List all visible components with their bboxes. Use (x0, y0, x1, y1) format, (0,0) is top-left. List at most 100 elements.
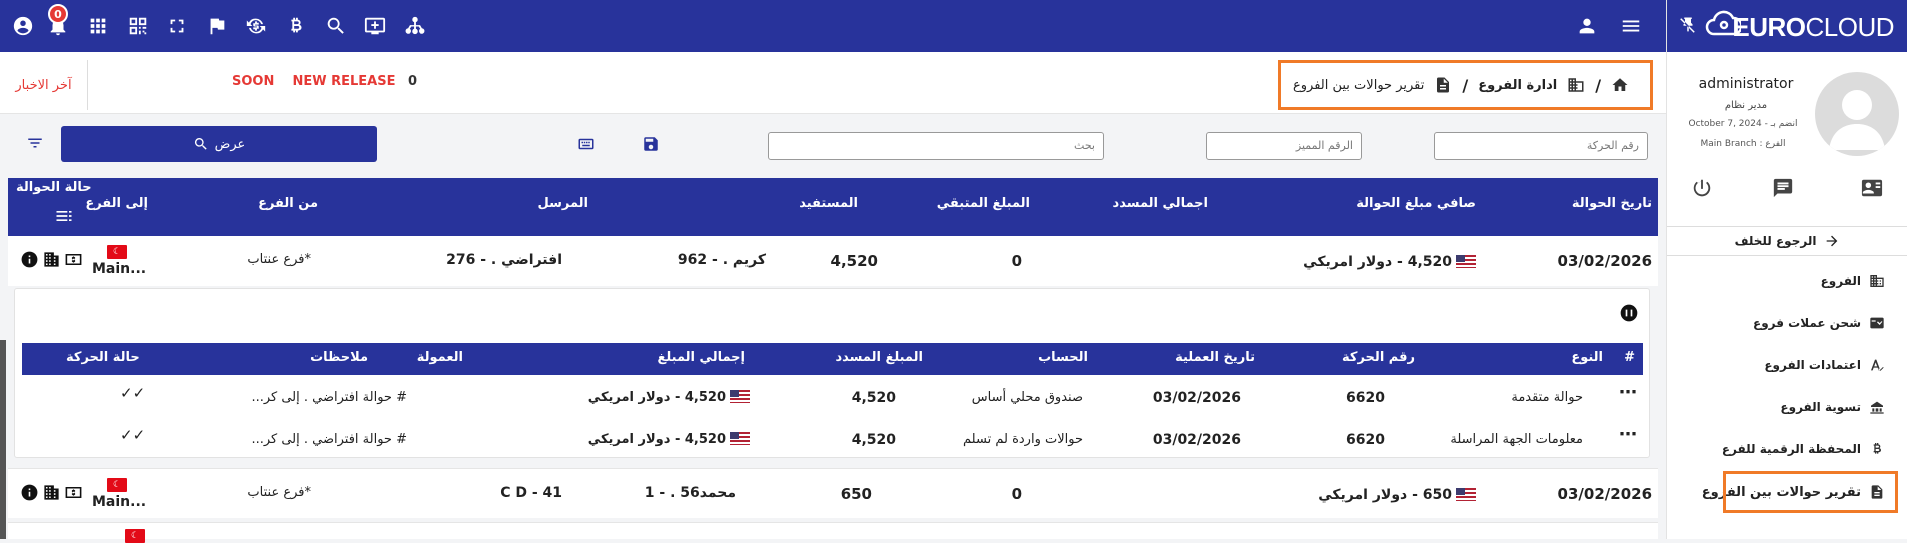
row-to-branch: ☾ Main... (92, 240, 146, 277)
col-status[interactable]: حالة الحوالة (16, 180, 92, 195)
currency-exchange-icon[interactable] (243, 13, 269, 39)
sidebar-item-branch-approvals[interactable]: اعتمادات الفروع (1764, 357, 1885, 373)
info-icon[interactable] (20, 250, 39, 269)
column-menu-icon[interactable] (54, 206, 74, 226)
movement-notes: # حوالة افتراضي . إلى كر... (251, 432, 407, 447)
qr-code-icon[interactable] (125, 13, 151, 39)
col-paid-total[interactable]: اجمالي المسدد (1113, 196, 1208, 211)
menu-icon[interactable] (1618, 13, 1644, 39)
row-net-value: 650 - دولار امريكي (1318, 487, 1452, 503)
col-to-branch[interactable]: إلى الفرع (85, 196, 148, 211)
turkey-flag-icon: ☾ (125, 529, 145, 543)
movement-total: 4,520 - دولار امريكي (588, 390, 750, 405)
latest-news-link[interactable]: آخر الاخبار (0, 60, 88, 110)
building-icon[interactable] (42, 250, 61, 269)
row-remaining: 650 (840, 485, 872, 503)
row-beneficiary: محمد56 . - 1 (644, 485, 736, 501)
search-icon[interactable] (323, 13, 349, 39)
movement-row[interactable]: ⋯ حوالة متقدمة 6620 03/02/2026 صندوق محل… (22, 378, 1643, 418)
movement-row[interactable]: ⋯ معلومات الجهة المراسلة 6620 03/02/2026… (22, 420, 1643, 460)
col-from-branch[interactable]: من الفرع (258, 196, 318, 211)
us-flag-icon (730, 390, 750, 403)
active-item-highlight (1723, 471, 1898, 513)
scrollbar-track[interactable] (0, 340, 6, 539)
show-button[interactable]: عرض (61, 126, 377, 162)
sidebar-item-currency-shipping[interactable]: شحن عملات فروع (1753, 315, 1885, 331)
col-movement-no[interactable]: رقم الحركة (1342, 350, 1415, 365)
col-total[interactable]: إجمالي المبلغ (657, 350, 745, 365)
col-commission[interactable]: العمولة (417, 350, 463, 365)
save-icon[interactable] (642, 135, 662, 155)
power-icon[interactable] (1691, 177, 1713, 199)
table-row-partial[interactable]: ☾ (8, 522, 1658, 543)
contact-card-icon[interactable] (1860, 177, 1884, 199)
new-release-label: NEW RELEASE (292, 74, 396, 89)
table-row[interactable]: 03/02/2026 4,520 - دولار امريكي 0 4,520 … (8, 236, 1658, 286)
back-button[interactable]: الرجوع للخلف (1667, 226, 1907, 256)
col-account[interactable]: الحساب (1038, 350, 1088, 365)
row-to-branch: ☾ Main... (92, 473, 146, 510)
fullscreen-icon[interactable] (164, 13, 190, 39)
money-icon[interactable] (64, 250, 83, 269)
row-sender: افتراضي . - 276 (446, 252, 562, 268)
info-icon[interactable] (20, 483, 39, 502)
breadcrumb-separator: / (1462, 75, 1469, 95)
col-date[interactable]: تاريخ الحوالة (1572, 196, 1652, 211)
chat-icon[interactable] (1772, 177, 1794, 199)
push-pin-off-icon[interactable] (1679, 16, 1697, 34)
release-count: 0 (407, 74, 418, 89)
more-icon[interactable]: ⋯ (1619, 424, 1637, 445)
sidebar-item-label: شحن عملات فروع (1753, 316, 1861, 330)
building-icon[interactable] (42, 483, 61, 502)
bitcoin-icon[interactable] (283, 13, 309, 39)
brand-bar: EUROCLOUD (1667, 0, 1907, 52)
row-date: 03/02/2026 (1557, 252, 1652, 270)
double-check-icon: ✓✓ (120, 384, 146, 402)
col-paid[interactable]: المبلغ المسدد (835, 350, 923, 365)
search-input[interactable]: بحث (768, 132, 1104, 160)
pause-icon[interactable] (1619, 303, 1639, 323)
more-icon[interactable]: ⋯ (1619, 382, 1637, 403)
col-notes[interactable]: ملاحظات (310, 350, 368, 365)
sidebar-item-branches[interactable]: الفروع (1821, 273, 1885, 289)
hierarchy-icon[interactable] (402, 13, 428, 39)
apps-grid-icon[interactable] (85, 13, 111, 39)
movement-account: صندوق محلي أساس (971, 390, 1083, 405)
movement-number: 6620 (1346, 390, 1385, 406)
keyboard-icon[interactable] (577, 135, 597, 155)
brand-logo: EUROCLOUD (1732, 12, 1894, 43)
breadcrumb-branches[interactable]: ادارة الفروع (1478, 78, 1557, 93)
col-op-date[interactable]: تاريخ العملية (1175, 350, 1255, 365)
top-bar: 0 (0, 0, 1666, 52)
us-flag-icon (1456, 255, 1476, 268)
sidebar-item-settlement[interactable]: تسوية الفروع (1780, 399, 1885, 415)
col-type[interactable]: النوع (1571, 350, 1603, 365)
col-movement-status[interactable]: حالة الحركة (66, 350, 140, 365)
person-icon[interactable] (1574, 13, 1600, 39)
monitor-add-icon[interactable] (362, 13, 388, 39)
col-beneficiary[interactable]: المستفيد (799, 196, 858, 211)
col-remaining[interactable]: المبلغ المتبقي (937, 196, 1030, 211)
sidebar-item-label: الفروع (1820, 274, 1861, 288)
table-row[interactable]: 03/02/2026 650 - دولار امريكي 0 650 محمد… (8, 468, 1658, 518)
show-button-label: عرض (214, 136, 246, 152)
sidebar-item-digital-wallet[interactable]: المحفظة الرقمية للفرع (1722, 441, 1885, 457)
movement-number-input[interactable]: رقم الحركة (1434, 132, 1648, 160)
approval-icon (1871, 359, 1884, 371)
flag-icon[interactable] (204, 13, 230, 39)
row-paid: 0 (1011, 252, 1022, 270)
filter-icon[interactable] (26, 134, 46, 154)
row-sender: C D - 41 (500, 485, 562, 501)
special-number-input[interactable]: الرقم المميز (1206, 132, 1362, 160)
col-sender[interactable]: المرسل (537, 196, 588, 211)
row-net-amount: 650 - دولار امريكي (1318, 485, 1476, 503)
home-icon[interactable] (1611, 76, 1629, 94)
soon-label: SOON (232, 74, 275, 89)
user-joined: October 7, 2024 - انضم بـ (1688, 119, 1798, 129)
notification-badge: 0 (48, 4, 68, 24)
account-circle-icon[interactable] (10, 13, 36, 39)
money-icon[interactable] (64, 483, 83, 502)
movement-type: معلومات الجهة المراسلة (1450, 432, 1583, 447)
avatar[interactable] (1815, 72, 1899, 156)
col-net-amount[interactable]: صافي مبلغ الحوالة (1356, 196, 1476, 211)
